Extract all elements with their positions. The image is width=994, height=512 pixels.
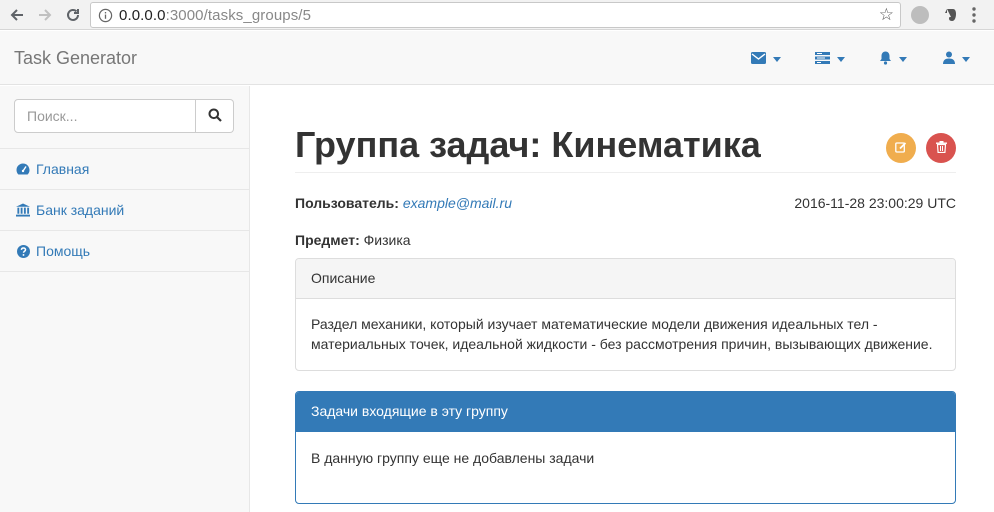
search-button[interactable] bbox=[196, 99, 234, 133]
sidebar-item-help[interactable]: Помощь bbox=[0, 231, 249, 271]
envelope-icon bbox=[751, 51, 766, 67]
dashboard-icon bbox=[16, 162, 30, 176]
star-icon[interactable]: ☆ bbox=[879, 6, 894, 24]
sidebar-search bbox=[14, 99, 234, 133]
brand-link[interactable]: Task Generator bbox=[14, 48, 137, 69]
description-text: Раздел механики, который изучает математ… bbox=[311, 316, 933, 352]
bell-icon bbox=[879, 51, 892, 68]
created-timestamp: 2016-11-28 23:00:29 UTC bbox=[794, 195, 956, 211]
owner-info: Пользователь: example@mail.ru bbox=[295, 195, 512, 211]
tasks-empty-message: В данную группу еще не добавлены задачи bbox=[311, 450, 595, 466]
sidebar-item-label: Помощь bbox=[36, 243, 91, 259]
edit-button[interactable] bbox=[886, 133, 916, 163]
user-dropdown[interactable] bbox=[943, 50, 970, 68]
evernote-icon[interactable] bbox=[942, 6, 960, 24]
caret-down-icon bbox=[899, 56, 907, 62]
tasks-panel: Задачи входящие в эту группу В данную гр… bbox=[295, 391, 956, 504]
messages-dropdown[interactable] bbox=[751, 50, 781, 68]
globe-icon[interactable] bbox=[911, 6, 929, 24]
page-title-value: Кинематика bbox=[551, 124, 761, 165]
forward-button[interactable] bbox=[34, 4, 56, 26]
trash-icon bbox=[935, 140, 947, 156]
caret-down-icon bbox=[773, 56, 781, 62]
owner-email-link[interactable]: example@mail.ru bbox=[403, 195, 512, 211]
title-divider bbox=[295, 172, 956, 173]
question-circle-icon bbox=[16, 244, 30, 258]
browser-toolbar: 0.0.0.0:3000/tasks_groups/5 ☆ bbox=[0, 0, 994, 30]
caret-down-icon bbox=[962, 56, 970, 62]
page-title-label: Группа задач: bbox=[295, 124, 542, 165]
reload-icon bbox=[65, 7, 81, 23]
user-icon bbox=[943, 51, 955, 67]
main-content: Группа задач: Кинематика Пользователь: e… bbox=[251, 86, 994, 512]
bank-icon bbox=[16, 203, 30, 217]
delete-button[interactable] bbox=[926, 133, 956, 163]
caret-down-icon bbox=[837, 56, 845, 62]
arrow-left-icon bbox=[9, 7, 25, 23]
subject-value: Физика bbox=[363, 232, 411, 248]
tasks-dropdown[interactable] bbox=[815, 50, 845, 68]
description-panel: Описание Раздел механики, который изучае… bbox=[295, 258, 956, 371]
page-title: Группа задач: Кинематика bbox=[295, 124, 761, 166]
subject-info: Предмет: Физика bbox=[295, 232, 411, 248]
search-icon bbox=[208, 108, 222, 125]
sidebar-item-label: Банк заданий bbox=[36, 202, 125, 218]
edit-icon bbox=[895, 140, 907, 156]
sidebar-item-home[interactable]: Главная bbox=[0, 149, 249, 189]
sidebar-item-label: Главная bbox=[36, 161, 90, 177]
url-path: :3000/tasks_groups/5 bbox=[165, 6, 312, 24]
owner-label: Пользователь: bbox=[295, 195, 399, 211]
address-bar[interactable]: 0.0.0.0:3000/tasks_groups/5 ☆ bbox=[90, 2, 901, 28]
sidebar: Главная Банк заданий Помощь bbox=[0, 86, 250, 512]
browser-menu-icon[interactable] bbox=[972, 7, 976, 23]
top-navbar: Task Generator bbox=[0, 31, 994, 85]
tasks-panel-heading: Задачи входящие в эту группу bbox=[296, 392, 955, 432]
url-text: 0.0.0.0:3000/tasks_groups/5 bbox=[119, 7, 311, 24]
sidebar-item-task-bank[interactable]: Банк заданий bbox=[0, 190, 249, 230]
alerts-dropdown[interactable] bbox=[879, 50, 907, 68]
arrow-right-icon bbox=[37, 7, 53, 23]
info-icon[interactable] bbox=[91, 8, 119, 23]
url-host: 0.0.0.0 bbox=[119, 6, 166, 24]
search-input[interactable] bbox=[14, 99, 196, 133]
back-button[interactable] bbox=[6, 4, 28, 26]
divider bbox=[0, 271, 249, 272]
tasks-icon bbox=[815, 51, 830, 67]
description-panel-heading: Описание bbox=[296, 259, 955, 299]
subject-label: Предмет: bbox=[295, 232, 360, 248]
reload-button[interactable] bbox=[62, 4, 84, 26]
